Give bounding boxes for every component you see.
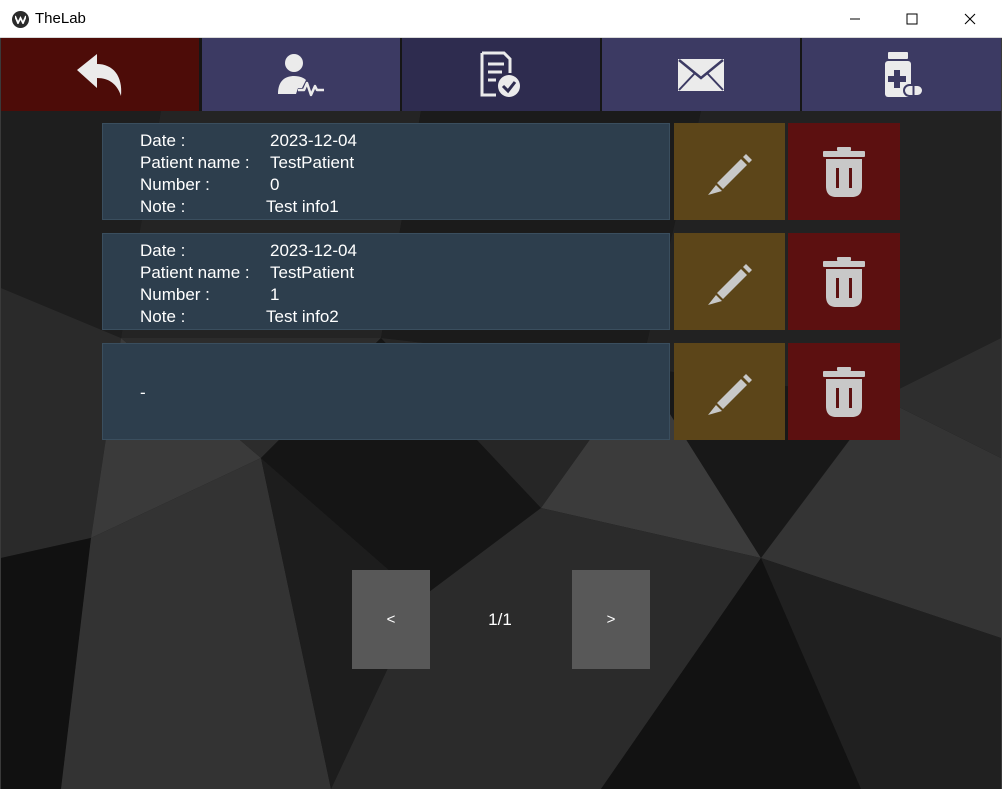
date-value: 2023-12-04	[270, 131, 357, 150]
patient-value: TestPatient	[270, 153, 355, 172]
date-value: 2023-12-04	[270, 241, 357, 260]
back-button[interactable]	[1, 38, 199, 111]
medicine-bottle-icon	[884, 51, 924, 97]
edit-button-2[interactable]	[674, 233, 785, 330]
trash-icon	[823, 256, 865, 307]
number-label: Number :	[140, 175, 210, 194]
edit-button-1[interactable]	[674, 123, 785, 220]
previous-page-button[interactable]: <	[352, 570, 430, 669]
reports-button[interactable]	[402, 38, 600, 111]
trash-icon	[823, 146, 865, 197]
next-page-button[interactable]: >	[572, 570, 650, 669]
report-checked-icon	[480, 51, 520, 97]
patient-label: Patient name :	[140, 153, 250, 172]
record-row-empty: -	[102, 343, 670, 440]
patient-vitals-icon	[278, 53, 324, 96]
record-row-2: Date : 2023-12-04 Patient name : TestPat…	[102, 233, 670, 330]
thelab-logo-icon	[12, 11, 29, 28]
envelope-icon	[678, 58, 724, 91]
maximize-button[interactable]	[884, 0, 940, 38]
delete-button-1[interactable]	[788, 123, 900, 220]
note-label: Note :	[140, 307, 186, 326]
page-indicator: 1/1	[488, 610, 512, 629]
close-button[interactable]	[942, 0, 998, 38]
note-value: Test info1	[266, 197, 339, 216]
medication-button[interactable]	[802, 38, 1001, 111]
number-value: 1	[270, 285, 280, 304]
number-label: Number :	[140, 285, 210, 304]
window-frame-bottom	[0, 789, 1002, 796]
empty-placeholder: -	[140, 383, 146, 402]
minimize-icon	[850, 18, 860, 20]
patients-button[interactable]	[202, 38, 400, 111]
record-row-1: Date : 2023-12-04 Patient name : TestPat…	[102, 123, 670, 220]
maximize-icon	[906, 13, 918, 25]
delete-button-3[interactable]	[788, 343, 900, 440]
pencil-icon	[707, 263, 752, 305]
close-icon	[964, 13, 976, 25]
note-value: Test info2	[266, 307, 339, 326]
patient-value: TestPatient	[270, 263, 355, 282]
pencil-icon	[707, 373, 752, 415]
app-content: Date : 2023-12-04 Patient name : TestPat…	[1, 38, 1001, 789]
title-bar: TheLab	[0, 0, 1002, 38]
delete-button-2[interactable]	[788, 233, 900, 330]
patient-label: Patient name :	[140, 263, 250, 282]
date-label: Date :	[140, 241, 186, 260]
number-value: 0	[270, 175, 280, 194]
minimize-button[interactable]	[827, 0, 883, 38]
back-arrow-icon	[77, 53, 122, 96]
pencil-icon	[707, 153, 752, 195]
window-title: TheLab	[35, 10, 86, 27]
messages-button[interactable]	[602, 38, 800, 111]
window-frame-left	[0, 38, 1, 796]
date-label: Date :	[140, 131, 186, 150]
trash-icon	[823, 366, 865, 417]
edit-button-3[interactable]	[674, 343, 785, 440]
note-label: Note :	[140, 197, 186, 216]
